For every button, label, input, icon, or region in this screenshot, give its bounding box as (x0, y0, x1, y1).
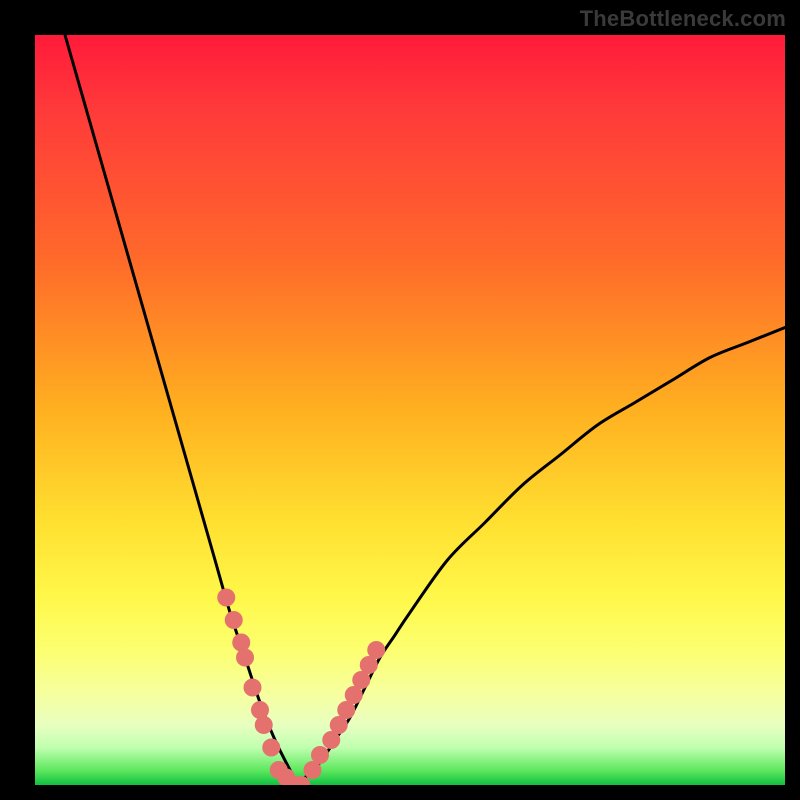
marker-point (251, 701, 269, 719)
marker-point (367, 641, 385, 659)
marker-point (262, 739, 280, 757)
chart-svg (35, 35, 785, 785)
marker-point (232, 634, 250, 652)
bottleneck-curve (65, 35, 785, 785)
plot-area (35, 35, 785, 785)
marker-point (255, 716, 273, 734)
marker-point (217, 589, 235, 607)
marker-point (225, 611, 243, 629)
marker-group (217, 589, 385, 786)
marker-point (244, 679, 262, 697)
marker-point (311, 746, 329, 764)
chart-frame: TheBottleneck.com (0, 0, 800, 800)
attribution-label: TheBottleneck.com (580, 6, 786, 32)
marker-point (236, 649, 254, 667)
